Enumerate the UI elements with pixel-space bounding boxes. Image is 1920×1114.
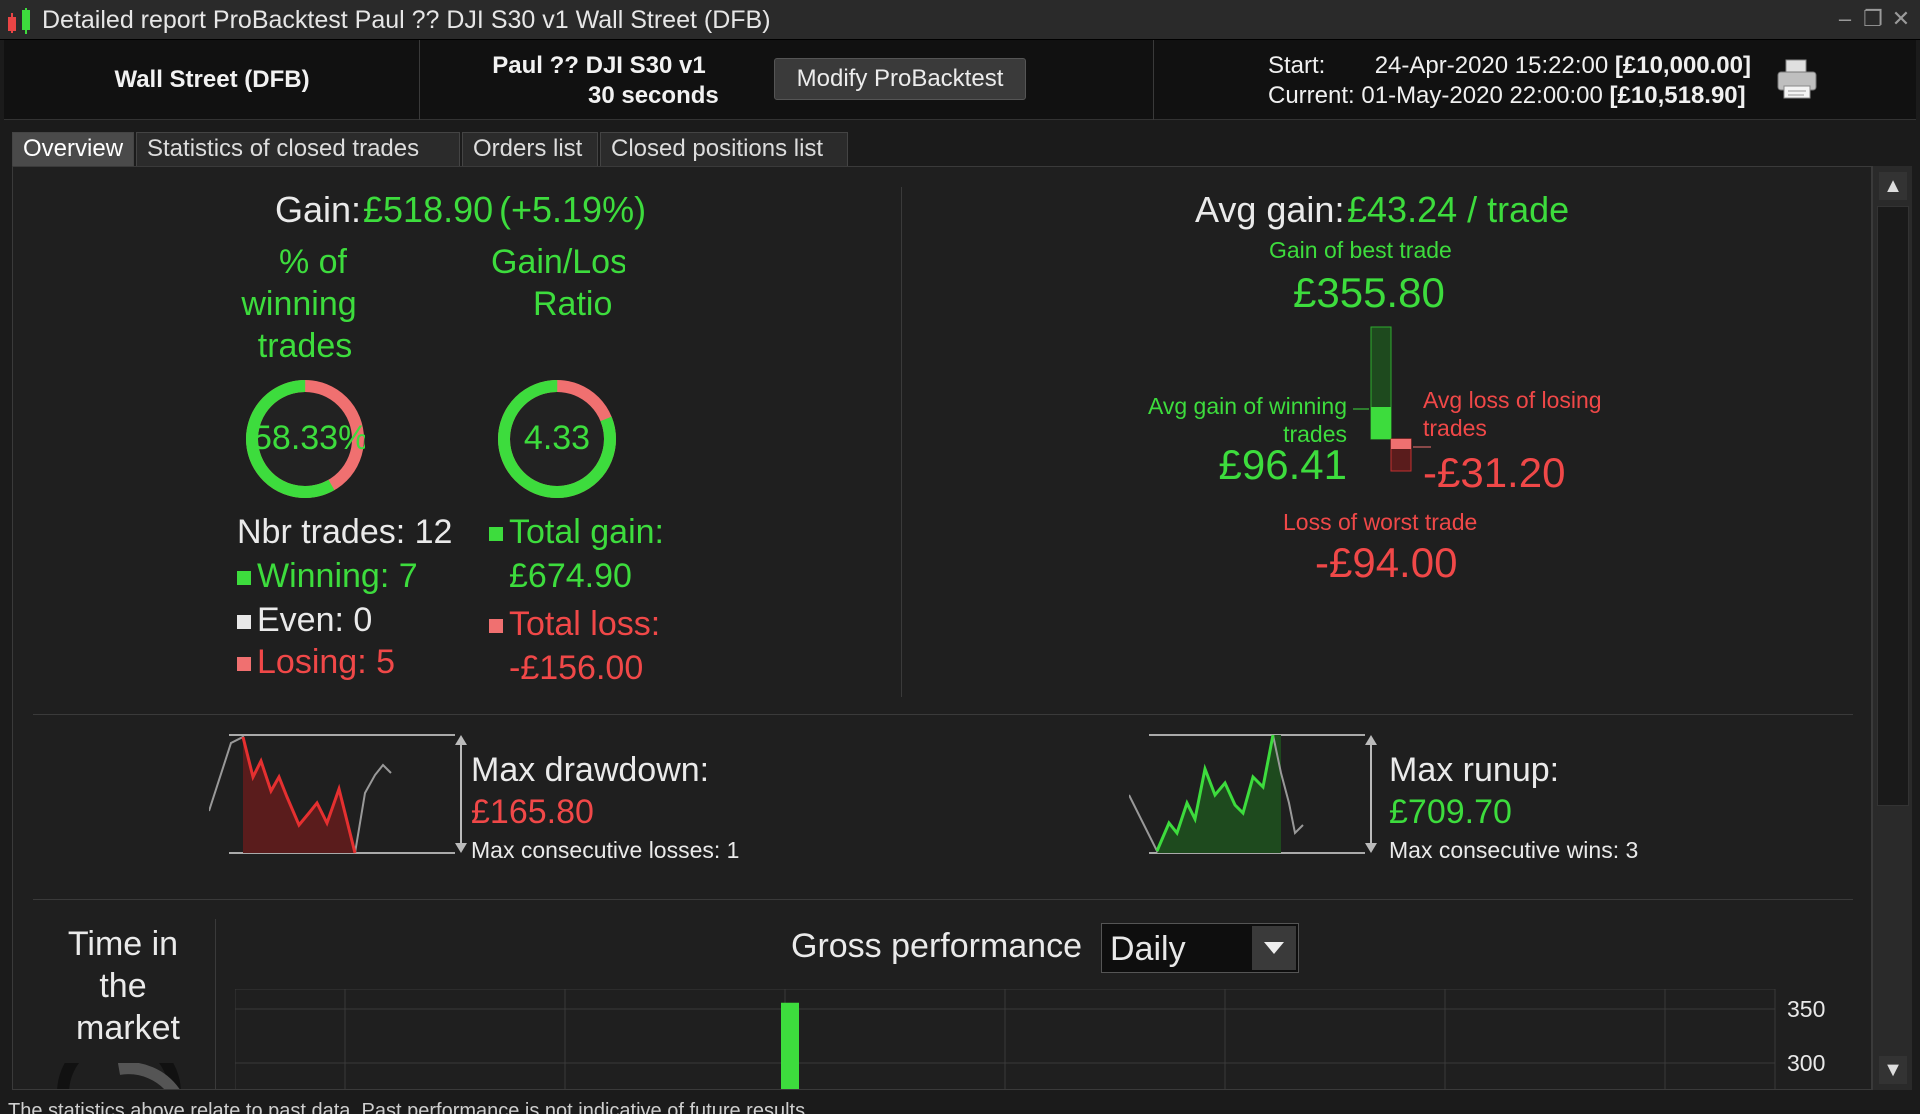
start-label: Start: (1268, 52, 1326, 79)
avg-gain-label: Avg gain: (1195, 189, 1345, 230)
scroll-up-icon[interactable]: ▲ (1879, 172, 1907, 200)
avg-loss-label-2: trades (1423, 415, 1487, 441)
report-header: Wall Street (DFB) Paul ?? DJI S30 v1 30 … (4, 40, 1916, 120)
gain-value: £518.90 (363, 189, 494, 230)
max-consecutive-wins: Max consecutive wins: 3 (1389, 837, 1639, 863)
strategy-name: Paul ?? DJI S30 v1 (492, 52, 706, 79)
trade-range-bars (1353, 326, 1431, 472)
modify-probacktest-button[interactable]: Modify ProBacktest (774, 58, 1026, 100)
time-in-market-title-1: Time in (67, 925, 179, 963)
green-square-icon (489, 527, 503, 542)
losing-count-text: Losing: 5 (257, 643, 395, 681)
avg-win-bar (1371, 407, 1391, 439)
disclaimer-text: The statistics above relate to past data… (8, 1100, 811, 1114)
restore-icon[interactable]: ❐ (1860, 6, 1886, 32)
overview-panel: Gain: £518.90 (+5.19%) % of winning trad… (12, 166, 1872, 1090)
current-capital: [£10,518.90] (1609, 82, 1746, 109)
scroll-down-icon[interactable]: ▼ (1879, 1056, 1907, 1084)
close-icon[interactable]: ✕ (1888, 6, 1914, 32)
white-square-icon (237, 615, 251, 630)
gross-performance-chart: 350 300 (235, 989, 1825, 1089)
nbr-trades: Nbr trades: 12 (237, 513, 453, 551)
tab-closed-positions-list[interactable]: Closed positions list (600, 132, 848, 166)
avg-gain-value: £43.24 / trade (1347, 189, 1570, 230)
winning-pct-value: 58.33% (253, 419, 365, 457)
avg-loss-label-1: Avg loss of losing (1423, 387, 1602, 413)
chevron-down-icon[interactable] (1252, 926, 1296, 970)
worst-trade-value: -£94.00 (1315, 539, 1458, 586)
total-loss-label: Total loss: (489, 605, 660, 644)
gl-ratio-title-2: Ratio (533, 285, 613, 323)
max-runup-value: £709.70 (1389, 793, 1512, 831)
tab-overview[interactable]: Overview (12, 132, 134, 166)
total-gain-label-text: Total gain: (509, 513, 664, 551)
printer-icon[interactable] (1774, 58, 1820, 102)
gl-ratio-title-1: Gain/Loss (491, 243, 625, 281)
avg-win-label-1: Avg gain of winning (1147, 393, 1347, 419)
total-gain-label: Total gain: (489, 513, 664, 552)
period-select[interactable]: Daily (1101, 923, 1299, 973)
gain-label: Gain: (275, 189, 362, 230)
even-count: Even: 0 (237, 601, 372, 640)
best-trade-value: £355.80 (1293, 269, 1445, 316)
avg-loss-bar (1391, 439, 1411, 449)
pct-winning-title-2: winning (241, 285, 357, 323)
y-tick-label: 300 (1787, 1050, 1825, 1076)
y-tick-label: 350 (1787, 996, 1825, 1022)
current-date: 01-May-2020 22:00:00 (1361, 82, 1603, 109)
candlestick-app-icon (8, 8, 30, 34)
gross-performance-label: Gross performance (791, 927, 1082, 965)
max-drawdown-value: £165.80 (471, 793, 594, 831)
max-drawdown-label: Max drawdown: (471, 751, 710, 789)
max-consecutive-losses: Max consecutive losses: 1 (471, 837, 740, 863)
red-square-icon (237, 657, 251, 672)
section-divider (901, 187, 902, 697)
avg-loss-value: -£31.20 (1423, 449, 1566, 496)
runup-sparkline (1129, 734, 1377, 854)
total-loss-value: -£156.00 (509, 649, 644, 687)
pct-winning-title-3: trades (257, 327, 353, 365)
tab-orders-list[interactable]: Orders list (462, 132, 598, 166)
current-info: Current: 01-May-2020 22:00:00 [£10,518.9… (1268, 82, 1746, 110)
window-titlebar: Detailed report ProBacktest Paul ?? DJI … (0, 0, 1920, 40)
max-runup-label: Max runup: (1389, 751, 1560, 789)
total-gain-value: £674.90 (509, 557, 632, 595)
chart-bar (781, 1002, 799, 1089)
minimize-icon[interactable]: – (1832, 6, 1858, 32)
start-date: 24-Apr-2020 15:22:00 (1374, 52, 1609, 79)
winning-count-text: Winning: 7 (257, 557, 418, 595)
best-trade-label: Gain of best trade (1269, 237, 1452, 263)
pct-winning-title-1: % of (278, 243, 348, 281)
total-loss-label-text: Total loss: (509, 605, 661, 643)
window-title: Detailed report ProBacktest Paul ?? DJI … (42, 6, 771, 34)
vertical-scrollbar[interactable]: ▲ ▼ (1872, 166, 1912, 1090)
time-in-market-title-3: market (76, 1009, 180, 1047)
section-divider (33, 714, 1853, 715)
market-name: Wall Street (DFB) (114, 66, 310, 93)
red-square-icon (489, 619, 503, 634)
losing-count: Losing: 5 (237, 643, 395, 682)
gain-percent: (+5.19%) (499, 189, 647, 230)
section-divider (33, 899, 1853, 900)
even-count-text: Even: 0 (257, 601, 373, 639)
winning-count: Winning: 7 (237, 557, 418, 596)
time-in-market-title-2: the (99, 967, 147, 1005)
scrollbar-thumb[interactable] (1877, 206, 1909, 806)
current-label: Current: (1268, 82, 1355, 109)
tab-statistics-closed-trades[interactable]: Statistics of closed trades (136, 132, 460, 166)
start-info: Start: 24-Apr-2020 15:22:00 [£10,000.00] (1268, 52, 1751, 80)
drawdown-sparkline (209, 734, 467, 854)
green-square-icon (237, 571, 251, 586)
gl-ratio-value: 4.33 (523, 419, 591, 457)
worst-trade-label: Loss of worst trade (1283, 509, 1478, 535)
section-divider (215, 919, 216, 1089)
period-select-value: Daily (1110, 930, 1186, 968)
time-in-market-donut (57, 1063, 181, 1089)
start-capital: [£10,000.00] (1614, 52, 1751, 79)
avg-win-value: £96.41 (1218, 441, 1347, 488)
